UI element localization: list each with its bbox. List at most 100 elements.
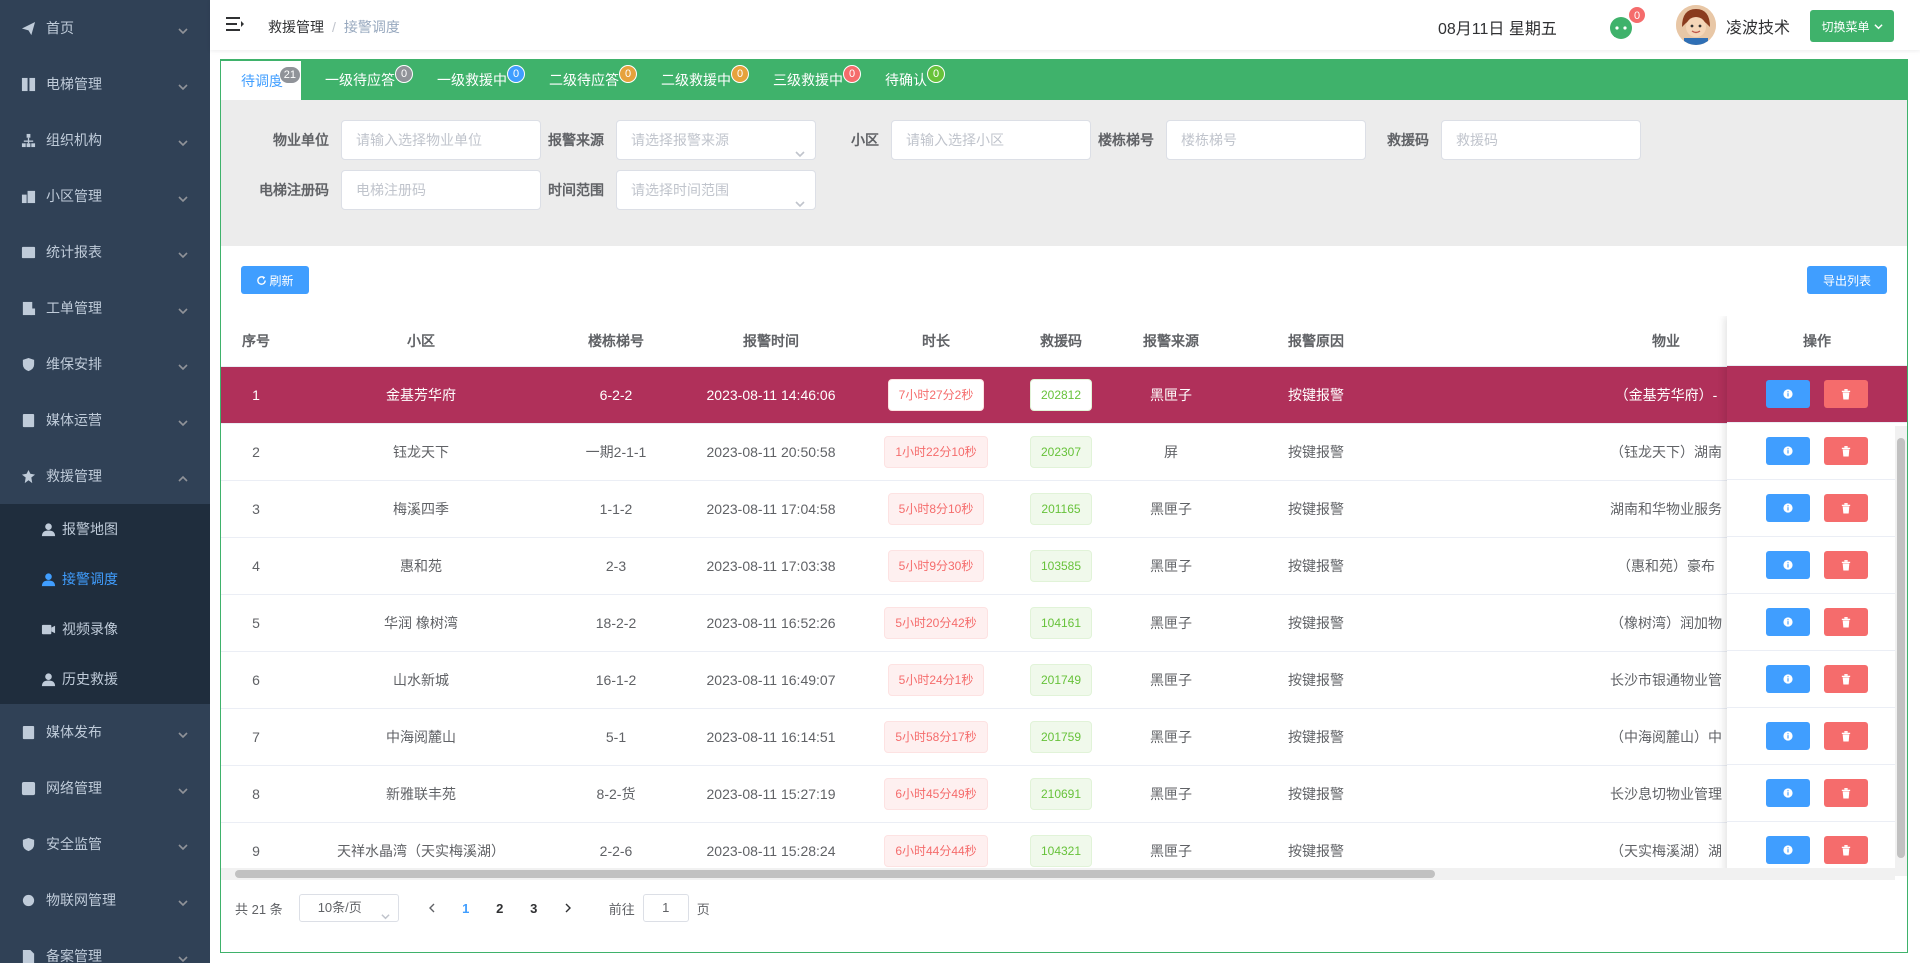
cell-building: 8-2-货 bbox=[551, 765, 681, 823]
sidebar-item[interactable]: 网络管理 bbox=[0, 760, 210, 816]
prev-page-button[interactable] bbox=[417, 901, 447, 916]
sidebar-item-label: 小区管理 bbox=[46, 188, 102, 204]
status-tab[interactable]: 一级待应答 0 bbox=[305, 60, 413, 100]
info-icon bbox=[1783, 845, 1793, 855]
view-button[interactable] bbox=[1766, 494, 1810, 522]
delete-button[interactable] bbox=[1824, 494, 1868, 522]
tab-label: 二级救援中 bbox=[661, 72, 731, 88]
next-page-button[interactable] bbox=[553, 901, 583, 916]
table-row[interactable]: 1 金基芳华府 6-2-2 2023-08-11 14:46:06 7小时27分2秒 20… bbox=[221, 366, 1907, 424]
sidebar-subitem[interactable]: 报警地图 bbox=[0, 504, 210, 554]
horizontal-scroll-thumb[interactable] bbox=[235, 870, 1435, 878]
sidebar-item-label: 备案管理 bbox=[46, 948, 102, 963]
cell-building: 16-1-2 bbox=[551, 651, 681, 709]
alarm-table: 序号 小区 楼栋梯号 报警时间 时长 救援码 报警来源 报警原因 物业 1 金基芳华府 6-2-2 2… bbox=[221, 316, 1907, 876]
cell-time: 2023-08-11 16:52:26 bbox=[681, 594, 861, 652]
sidebar-subitem[interactable]: 视频录像 bbox=[0, 604, 210, 654]
sidebar-item[interactable]: 电梯管理 bbox=[0, 56, 210, 112]
sidebar-item[interactable]: 媒体运营 bbox=[0, 392, 210, 448]
sidebar-item[interactable]: 维保安排 bbox=[0, 336, 210, 392]
sidebar-item[interactable]: 安全监管 bbox=[0, 816, 210, 872]
table-row[interactable]: 6 山水新城 16-1-2 2023-08-11 16:49:07 5小时24分1秒 20… bbox=[221, 651, 1907, 709]
delete-button[interactable] bbox=[1824, 665, 1868, 693]
view-button[interactable] bbox=[1766, 836, 1810, 864]
chevron-down-icon bbox=[178, 727, 188, 739]
delete-button[interactable] bbox=[1824, 380, 1868, 408]
tab-label: 一级待应答 bbox=[325, 72, 395, 88]
vertical-scrollbar[interactable] bbox=[1895, 426, 1907, 876]
sidebar-item-label: 媒体发布 bbox=[46, 724, 102, 740]
delete-button[interactable] bbox=[1824, 722, 1868, 750]
status-tab[interactable]: 一级救援中 0 bbox=[417, 60, 525, 100]
sidebar-item-label: 媒体运营 bbox=[46, 412, 102, 428]
chevron-down-icon bbox=[178, 415, 188, 427]
sidebar-item[interactable]: 统计报表 bbox=[0, 224, 210, 280]
table-row[interactable]: 5 华润 橡树湾 18-2-2 2023-08-11 16:52:26 5小时20分42… bbox=[221, 594, 1907, 652]
username[interactable]: 凌波技术 bbox=[1726, 14, 1790, 38]
table-row[interactable]: 8 新雅联丰苑 8-2-货 2023-08-11 15:27:19 6小时45分49秒 2… bbox=[221, 765, 1907, 823]
status-tab[interactable]: 二级救援中 0 bbox=[641, 60, 749, 100]
sidebar-item[interactable]: 备案管理 bbox=[0, 928, 210, 963]
sidebar-item[interactable]: 媒体发布 bbox=[0, 704, 210, 760]
goto-page-input[interactable]: 1 bbox=[642, 894, 689, 922]
delete-button[interactable] bbox=[1824, 437, 1868, 465]
view-button[interactable] bbox=[1766, 779, 1810, 807]
refresh-button[interactable]: 刷新 bbox=[241, 266, 309, 294]
status-tab[interactable]: 待调度 21 bbox=[221, 60, 301, 100]
filter-placeholder: 电梯注册码 bbox=[356, 182, 426, 198]
page-number[interactable]: 2 bbox=[485, 901, 515, 916]
status-tab[interactable]: 二级待应答 0 bbox=[529, 60, 637, 100]
filter-form: 物业单位 请输入选择物业单位 报警来源 请选择报警来源 小区 请输入选择小区 楼栋梯号 楼栋梯… bbox=[221, 100, 1907, 246]
chevron-down-icon bbox=[178, 359, 188, 371]
action-column: 操作 bbox=[1727, 316, 1907, 876]
status-tab[interactable]: 三级救援中 0 bbox=[753, 60, 861, 100]
tab-count-badge: 0 bbox=[395, 65, 413, 83]
view-button[interactable] bbox=[1766, 551, 1810, 579]
user-icon bbox=[40, 671, 56, 687]
view-button[interactable] bbox=[1766, 665, 1810, 693]
delete-button[interactable] bbox=[1824, 779, 1868, 807]
delete-button[interactable] bbox=[1824, 551, 1868, 579]
hamburger-icon[interactable] bbox=[226, 16, 244, 32]
cell-duration: 1小时22分10秒 bbox=[861, 423, 1011, 481]
view-button[interactable] bbox=[1766, 722, 1810, 750]
rescue-code-tag: 104161 bbox=[1029, 606, 1093, 639]
sidebar-item[interactable]: 救援管理 bbox=[0, 448, 210, 504]
sidebar-item[interactable]: 组织机构 bbox=[0, 112, 210, 168]
chevron-down-icon bbox=[178, 783, 188, 795]
duration-tag: 5小时8分10秒 bbox=[887, 492, 985, 525]
vertical-scroll-thumb[interactable] bbox=[1897, 438, 1905, 858]
delete-button[interactable] bbox=[1824, 608, 1868, 636]
delete-button[interactable] bbox=[1824, 836, 1868, 864]
sidebar-subitem[interactable]: 历史救援 bbox=[0, 654, 210, 704]
export-list-button[interactable]: 导出列表 bbox=[1807, 266, 1887, 294]
view-button[interactable] bbox=[1766, 437, 1810, 465]
sidebar-item[interactable]: 物联网管理 bbox=[0, 872, 210, 928]
table-row[interactable]: 2 钰龙天下 一期2-1-1 2023-08-11 20:50:58 1小时22分10秒… bbox=[221, 423, 1907, 481]
view-button[interactable] bbox=[1766, 608, 1810, 636]
page-number[interactable]: 1 bbox=[451, 901, 481, 916]
cell-building: 2-3 bbox=[551, 537, 681, 595]
page-number[interactable]: 3 bbox=[519, 901, 549, 916]
sidebar-subitem[interactable]: 接警调度 bbox=[0, 554, 210, 604]
table-row[interactable]: 3 梅溪四季 1-1-2 2023-08-11 17:04:58 5小时8分10秒 201… bbox=[221, 480, 1907, 538]
refresh-icon bbox=[256, 275, 267, 286]
tab-count-badge: 0 bbox=[927, 65, 945, 83]
horizontal-scrollbar[interactable] bbox=[221, 868, 1895, 880]
status-tab[interactable]: 待确认 0 bbox=[865, 60, 945, 100]
sidebar-item[interactable]: 工单管理 bbox=[0, 280, 210, 336]
sidebar-item-label: 电梯管理 bbox=[46, 76, 102, 92]
filter-input[interactable]: 救援码 bbox=[1441, 120, 1641, 160]
page-size-select[interactable]: 10条/页 bbox=[298, 894, 399, 922]
cell-time: 2023-08-11 15:27:19 bbox=[681, 765, 861, 823]
breadcrumb-parent[interactable]: 救援管理 bbox=[268, 19, 324, 35]
view-button[interactable] bbox=[1766, 380, 1810, 408]
avatar[interactable] bbox=[1676, 5, 1716, 45]
cell-community: 山水新城 bbox=[291, 651, 551, 709]
filter-select[interactable]: 请选择时间范围 bbox=[616, 170, 816, 210]
switch-menu-button[interactable]: 切换菜单 bbox=[1810, 10, 1894, 42]
sidebar-item[interactable]: 小区管理 bbox=[0, 168, 210, 224]
sidebar-item[interactable]: 首页 bbox=[0, 0, 210, 56]
table-row[interactable]: 4 惠和苑 2-3 2023-08-11 17:03:38 5小时9分30秒 103585… bbox=[221, 537, 1907, 595]
table-row[interactable]: 7 中海阅麓山 5-1 2023-08-11 16:14:51 5小时58分17秒 201… bbox=[221, 708, 1907, 766]
